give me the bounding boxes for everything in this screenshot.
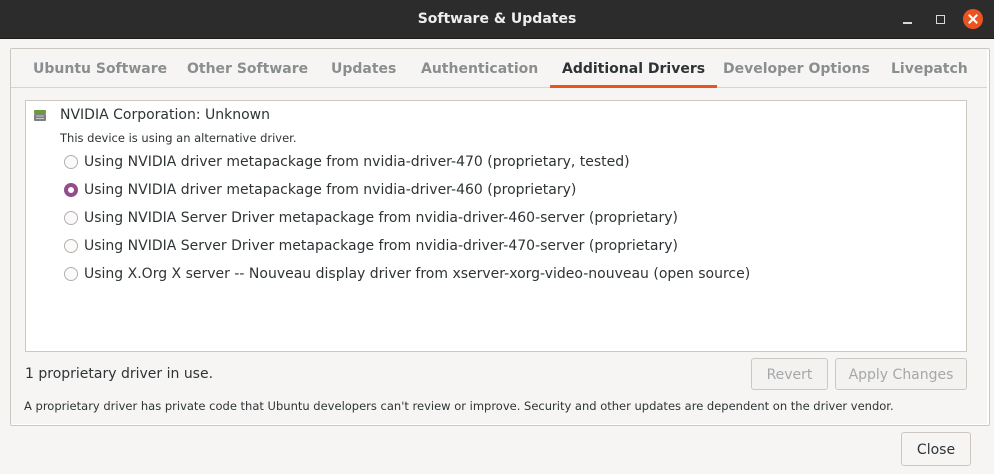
tab-updates[interactable]: Updates xyxy=(319,49,408,87)
driver-option-label: Using NVIDIA driver metapackage from nvi… xyxy=(84,182,577,198)
radio-button[interactable] xyxy=(64,239,78,253)
window-close-button[interactable] xyxy=(963,9,983,29)
radio-button[interactable] xyxy=(64,267,78,281)
minimize-icon xyxy=(902,22,912,24)
maximize-button[interactable] xyxy=(930,9,950,29)
tab-livepatch[interactable]: Livepatch xyxy=(879,49,980,87)
radio-button-selected[interactable] xyxy=(64,183,78,197)
driver-status: 1 proprietary driver in use. xyxy=(25,366,214,382)
radio-button[interactable] xyxy=(64,211,78,225)
driver-option-460-server[interactable]: Using NVIDIA Server Driver metapackage f… xyxy=(64,207,678,229)
close-icon xyxy=(968,14,978,24)
device-name: NVIDIA Corporation: Unknown xyxy=(60,107,270,123)
window-title: Software & Updates xyxy=(417,11,577,27)
tab-ubuntu-software[interactable]: Ubuntu Software xyxy=(21,49,179,87)
close-button[interactable]: Close xyxy=(901,432,971,466)
driver-option-label: Using NVIDIA Server Driver metapackage f… xyxy=(84,210,678,226)
maximize-icon xyxy=(935,14,945,24)
driver-option-470[interactable]: Using NVIDIA driver metapackage from nvi… xyxy=(64,151,630,173)
minimize-button[interactable] xyxy=(897,9,917,29)
tab-additional-drivers[interactable]: Additional Drivers xyxy=(550,49,718,88)
tab-authentication[interactable]: Authentication xyxy=(409,49,550,87)
driver-option-nouveau[interactable]: Using X.Org X server -- Nouveau display … xyxy=(64,263,750,285)
radio-button[interactable] xyxy=(64,155,78,169)
driver-option-label: Using X.Org X server -- Nouveau display … xyxy=(84,266,751,282)
driver-option-470-server[interactable]: Using NVIDIA Server Driver metapackage f… xyxy=(64,235,678,257)
tab-bar: Ubuntu Software Other Software Updates A… xyxy=(11,49,987,88)
driver-option-460[interactable]: Using NVIDIA driver metapackage from nvi… xyxy=(64,179,576,201)
driver-list: NVIDIA Corporation: Unknown This device … xyxy=(25,100,967,352)
apply-changes-button[interactable]: Apply Changes xyxy=(835,358,967,390)
driver-option-label: Using NVIDIA Server Driver metapackage f… xyxy=(84,238,678,254)
device-note: This device is using an alternative driv… xyxy=(60,131,297,145)
revert-button[interactable]: Revert xyxy=(751,358,828,390)
driver-option-label: Using NVIDIA driver metapackage from nvi… xyxy=(84,154,630,170)
tab-other-software[interactable]: Other Software xyxy=(175,49,320,87)
proprietary-driver-note: A proprietary driver has private code th… xyxy=(24,399,894,413)
chip-icon xyxy=(34,110,46,121)
additional-drivers-panel: NVIDIA Corporation: Unknown This device … xyxy=(11,88,987,424)
tab-developer-options[interactable]: Developer Options xyxy=(711,49,882,87)
title-bar[interactable]: Software & Updates xyxy=(0,0,994,39)
